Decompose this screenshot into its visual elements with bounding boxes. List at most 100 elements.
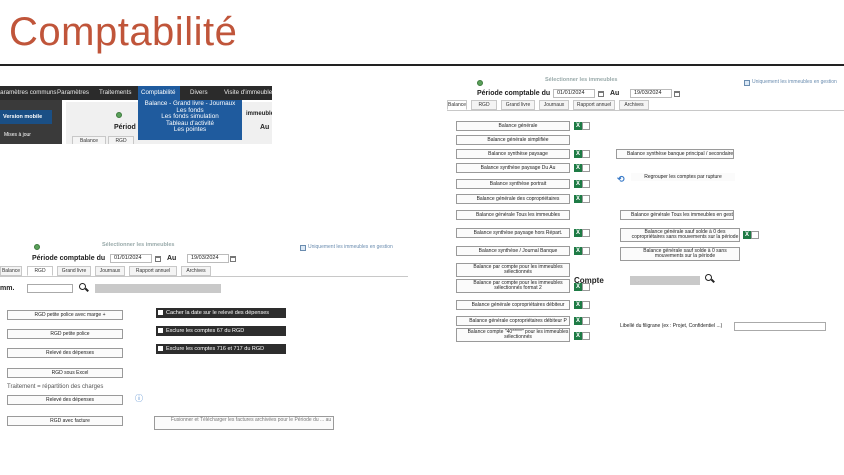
date-from-input[interactable]: 01/01/2024 — [110, 254, 152, 263]
tab-archives[interactable]: Archives — [619, 100, 649, 110]
balance-screenshot: Sélectionner les immeubles Uniquement le… — [447, 74, 844, 344]
btn-releve-depenses[interactable]: Relevé des dépenses — [7, 348, 123, 358]
excel-icon[interactable]: X — [574, 180, 582, 188]
excel-icon[interactable]: X — [574, 122, 582, 130]
btn-tous-immeubles-gestion[interactable]: Balance générale Tous les immeubles en g… — [620, 210, 734, 220]
checkbox-icon[interactable] — [158, 309, 163, 315]
btn-releve-depenses-repartition[interactable]: Relevé des dépenses — [7, 395, 123, 405]
btn-rgd-petite-police[interactable]: RGD petite police — [7, 329, 123, 339]
btn-synthese-paysage[interactable]: Balance synthèse paysage — [456, 149, 570, 159]
only-managed-checkbox[interactable] — [300, 245, 306, 251]
excel-icon[interactable]: X — [743, 231, 751, 239]
menu-traitements[interactable]: Traitements — [99, 86, 137, 100]
excel-toggle-icon[interactable] — [582, 150, 590, 158]
excel-icon[interactable]: X — [574, 247, 582, 255]
compte-input[interactable] — [630, 276, 700, 285]
select-buildings-title[interactable]: Sélectionner les immeubles — [545, 77, 617, 83]
tab-rgd[interactable]: RGD — [27, 266, 53, 276]
tab-grand-livre[interactable]: Grand livre — [501, 100, 535, 110]
btn-synthese-hors-repart[interactable]: Balance synthèse paysage hors Répart. — [456, 228, 570, 238]
sidebar: Version mobile Mises à jour — [0, 100, 62, 144]
tab-archives[interactable]: Archives — [181, 266, 211, 276]
btn-compte-40[interactable]: Balance compte "40*****" pour les immeub… — [456, 328, 570, 342]
excel-toggle-icon[interactable] — [582, 332, 590, 340]
btn-balance-simplifiee[interactable]: Balance générale simplifiée — [456, 135, 570, 145]
tab-rgd[interactable]: RGD — [471, 100, 497, 110]
btn-coproprietaires-debiteur[interactable]: Balance générale copropriétaires débiteu… — [456, 300, 570, 310]
excel-toggle-icon[interactable] — [582, 164, 590, 172]
option-exclure-67[interactable]: Exclure les comptes 67 du RGD — [156, 326, 286, 336]
excel-toggle-icon[interactable] — [582, 301, 590, 309]
excel-icon[interactable]: X — [574, 317, 582, 325]
date-from-input[interactable]: 01/01/2024 — [553, 89, 595, 98]
building-input[interactable] — [27, 284, 73, 293]
tab-balance[interactable]: Balance — [0, 266, 22, 276]
btn-balance-generale[interactable]: Balance générale — [456, 121, 570, 131]
dropdown-item-pointes[interactable]: Les pointes — [138, 127, 242, 134]
tab-journaux[interactable]: Journaux — [539, 100, 569, 110]
btn-synthese-banque[interactable]: Balance synthèse banque principal / seco… — [616, 149, 734, 159]
date-to-input[interactable]: 19/03/2024 — [630, 89, 672, 98]
btn-par-compte[interactable]: Balance par compte pour les immeubles sé… — [456, 263, 570, 277]
btn-generale-tous-immeubles[interactable]: Balance générale Tous les immeubles — [456, 210, 570, 220]
menu-visite-immeuble[interactable]: Visite d'immeuble — [224, 86, 272, 100]
btn-rgd-excel[interactable]: RGD sous Excel — [7, 368, 123, 378]
calendar-icon[interactable] — [674, 91, 680, 97]
excel-toggle-icon[interactable] — [751, 231, 759, 239]
btn-rgd-petite-police-marge[interactable]: RGD petite police avec marge + — [7, 310, 123, 320]
excel-icon[interactable]: X — [574, 164, 582, 172]
info-icon[interactable]: ⓘ — [135, 393, 143, 404]
menu-divers[interactable]: Divers — [190, 86, 214, 100]
btn-sauf-solde-periode[interactable]: Balance générale sauf solde à 0 sans mou… — [620, 247, 740, 261]
mobile-version-button[interactable]: Version mobile — [0, 110, 52, 124]
immeubles-label-partial: immeuble — [246, 111, 272, 117]
tab-grand-livre[interactable]: Grand livre — [57, 266, 91, 276]
btn-synthese-journal-banque[interactable]: Balance synthèse / Journal Banque — [456, 246, 570, 256]
watermark-input[interactable] — [734, 322, 826, 331]
btn-sauf-solde-coproprietaires[interactable]: Balance générale sauf solde à 0 des copr… — [620, 228, 740, 242]
excel-icon[interactable]: X — [574, 195, 582, 203]
search-icon[interactable] — [705, 274, 712, 281]
tab-rapport-annuel[interactable]: Rapport annuel — [573, 100, 615, 110]
excel-icon[interactable]: X — [574, 301, 582, 309]
btn-fusionner-factures[interactable]: Fusionner et Télécharger les factures ar… — [154, 416, 334, 430]
checkbox-icon[interactable] — [158, 345, 163, 351]
option-cacher-date[interactable]: Cacher la date sur le relevé des dépense… — [156, 308, 286, 318]
excel-toggle-icon[interactable] — [582, 122, 590, 130]
menu-parametres[interactable]: Paramètres — [57, 86, 95, 100]
tab-balance[interactable]: Balance — [447, 100, 467, 110]
excel-icon[interactable]: X — [574, 229, 582, 237]
excel-toggle-icon[interactable] — [582, 317, 590, 325]
btn-regrouper-comptes[interactable]: Regrouper les comptes par rupture — [630, 172, 736, 182]
calendar-icon[interactable] — [230, 256, 236, 262]
au-label-partial: Au — [260, 124, 270, 131]
btn-synthese-portrait[interactable]: Balance synthèse portrait — [456, 179, 570, 189]
btn-synthese-paysage-du-au[interactable]: Balance synthèse paysage Du Au — [456, 163, 570, 173]
select-buildings-title[interactable]: Sélectionner les immeubles — [102, 242, 174, 248]
excel-toggle-icon[interactable] — [582, 180, 590, 188]
tab-journaux[interactable]: Journaux — [95, 266, 125, 276]
search-icon[interactable] — [79, 283, 86, 290]
date-to-input[interactable]: 19/03/2024 — [187, 254, 229, 263]
excel-icon[interactable]: X — [574, 332, 582, 340]
calendar-icon[interactable] — [598, 91, 604, 97]
checkbox-icon[interactable] — [158, 327, 163, 333]
tab-rgd-partial[interactable]: RGD — [108, 136, 134, 144]
excel-toggle-icon[interactable] — [582, 247, 590, 255]
btn-par-compte-format-2[interactable]: Balance par compte pour les immeubles sé… — [456, 279, 570, 293]
btn-coproprietaires-debiteur-p[interactable]: Balance générale copropriétaires débiteu… — [456, 316, 570, 326]
tab-balance-partial[interactable]: Balance — [72, 136, 106, 144]
excel-toggle-icon[interactable] — [582, 229, 590, 237]
menu-comptabilite[interactable]: Comptabilité — [138, 86, 180, 100]
excel-icon[interactable]: X — [574, 150, 582, 158]
menu-parametres-communs[interactable]: Paramètres communs — [0, 86, 57, 100]
btn-generale-coproprietaires[interactable]: Balance générale des copropriétaires — [456, 194, 570, 204]
refresh-icon[interactable]: ⟲ — [617, 174, 625, 185]
option-exclure-716-717[interactable]: Exclure les comptes 716 et 717 du RGD — [156, 344, 286, 354]
only-managed-checkbox[interactable] — [744, 80, 750, 86]
tab-rapport-annuel[interactable]: Rapport annuel — [129, 266, 177, 276]
updates-link[interactable]: Mises à jour — [4, 132, 31, 138]
calendar-icon[interactable] — [155, 256, 161, 262]
btn-rgd-avec-facture[interactable]: RGD avec facture — [7, 416, 123, 426]
excel-toggle-icon[interactable] — [582, 195, 590, 203]
